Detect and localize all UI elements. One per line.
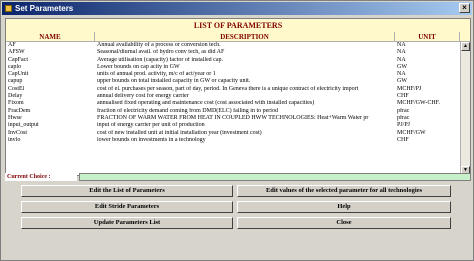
cell-name <box>8 159 94 166</box>
cell-description: input of energy carrier per unit of prod… <box>97 122 205 129</box>
table-row[interactable]: capup upper bounds on total installed cap… <box>6 78 460 85</box>
cell-unit: MCHF/PJ <box>397 85 422 92</box>
cell-description: Lower bounds on cap acity in GW <box>97 63 180 70</box>
help-button[interactable]: Help <box>237 201 451 213</box>
list-title: LIST OF PARAMETERS <box>6 19 470 33</box>
cell-unit: pfrac <box>397 107 410 114</box>
update-list-button[interactable]: Update Parameters List <box>21 217 233 229</box>
current-choice-label: Current Choice : <box>5 173 77 181</box>
column-header-unit[interactable]: UNIT <box>395 32 460 42</box>
cell-name: AFSW <box>8 49 25 56</box>
table-row[interactable] <box>6 159 460 166</box>
scroll-up-icon[interactable]: ▲ <box>461 42 470 51</box>
cell-description: Average utilisation (capacity) factor of… <box>97 56 223 63</box>
cell-unit: GW <box>397 63 407 70</box>
parameters-list-panel: LIST OF PARAMETERS NAME DESCRIPTION UNIT… <box>5 18 471 176</box>
cell-name: Fixom <box>8 100 24 107</box>
cell-name: FracDem <box>8 107 31 114</box>
column-header-description[interactable]: DESCRIPTION <box>95 32 395 42</box>
cell-description: annual delivery cost for energy carrier <box>97 93 189 100</box>
parameters-list[interactable]: AF Annual availability of a process or co… <box>6 42 460 175</box>
cell-description: units of annual prod. activity, m/c of a… <box>97 71 216 78</box>
cell-unit: PJ/PJ <box>397 122 411 129</box>
cell-name <box>8 151 94 158</box>
title-bar: Set Parameters × <box>2 2 472 15</box>
cell-unit: NA <box>397 71 406 78</box>
cell-name: CapUnit <box>8 71 29 78</box>
cell-description: upper bounds on total installed capacity… <box>97 78 251 85</box>
cell-description: annualised fixed operating and maintenan… <box>97 100 315 107</box>
close-icon[interactable]: × <box>459 3 470 13</box>
cell-description <box>97 151 393 158</box>
cell-description: lower bounds on investments in a technol… <box>97 136 206 143</box>
edit-stride-button[interactable]: Edit Stride Parameters <box>21 201 233 213</box>
table-row[interactable]: AFSW Seasonal/diurnal avail. of hydro con… <box>6 49 460 56</box>
table-row[interactable]: invlo lower bounds on investments in a te… <box>6 137 460 144</box>
edit-list-button[interactable]: Edit the List of Parameters <box>21 185 233 197</box>
current-choice-row: Current Choice : <box>5 173 471 181</box>
cell-description <box>97 159 393 166</box>
cell-unit: CHF <box>397 136 409 143</box>
cell-name: Hwse <box>8 114 22 121</box>
table-row[interactable]: Hwse FRACTION OF WARM WATER FROM HEAT IN … <box>6 115 460 122</box>
cell-unit: MCHF/GW-CHF. <box>397 100 441 107</box>
cell-name: Delay <box>8 93 23 100</box>
cell-name: invlo <box>8 136 21 143</box>
header-spacer <box>460 32 470 42</box>
cell-description: cost of new installed unit at initial in… <box>97 129 262 136</box>
cell-unit: pfrac <box>397 114 410 121</box>
window-title: Set Parameters <box>15 4 74 13</box>
set-parameters-window: Set Parameters × LIST OF PARAMETERS NAME… <box>0 0 474 261</box>
close-button[interactable]: Close <box>237 217 451 229</box>
cell-description: Seasonal/diurnal avail. of hydro conv te… <box>97 49 225 56</box>
cell-unit: CHF <box>397 93 409 100</box>
cell-name: input_output <box>8 122 39 129</box>
table-row[interactable]: CostEl cost of el. purchases per season, … <box>6 86 460 93</box>
cell-name: caplo <box>8 63 21 70</box>
vertical-scrollbar[interactable]: ▲ ▼ <box>460 42 470 175</box>
table-row[interactable]: CapFact Average utilisation (capacity) fa… <box>6 57 460 64</box>
table-row[interactable]: Fixom annualised fixed operating and main… <box>6 100 460 107</box>
cell-name <box>8 144 94 151</box>
table-row[interactable]: input_output input of energy carrier per … <box>6 122 460 129</box>
current-choice-field[interactable] <box>79 173 471 181</box>
table-row[interactable]: Delay annual delivery cost for energy car… <box>6 93 460 100</box>
app-icon <box>5 5 12 12</box>
cell-unit: GW <box>397 78 407 85</box>
cell-unit <box>397 144 457 151</box>
table-row[interactable] <box>6 151 460 158</box>
cell-description <box>97 144 393 151</box>
cell-description: fraction of electricity demand coming fr… <box>97 107 278 114</box>
table-row[interactable]: AF Annual availability of a process or co… <box>6 42 460 49</box>
column-header-name[interactable]: NAME <box>6 32 95 42</box>
edit-values-button[interactable]: Edit values of the selected parameter fo… <box>237 185 451 197</box>
table-row[interactable]: FracDem fraction of electricity demand co… <box>6 108 460 115</box>
cell-unit <box>397 159 457 166</box>
cell-unit: MCHF/GW <box>397 129 426 136</box>
cell-name: AF <box>8 42 16 48</box>
cell-description: FRACTION OF WARM WATER FROM HEAT IN COUP… <box>97 114 369 121</box>
cell-description: Annual availability of a process or conv… <box>97 42 221 48</box>
cell-description: cost of el. purchases per season, part o… <box>97 85 359 92</box>
table-row[interactable] <box>6 144 460 151</box>
cell-unit: NA <box>397 42 406 48</box>
cell-name: CapFact <box>8 56 28 63</box>
cell-name: capup <box>8 78 23 85</box>
table-row[interactable]: CapUnit units of annual prod. activity, m… <box>6 71 460 78</box>
cell-unit <box>397 151 457 158</box>
table-row[interactable]: caplo Lower bounds on cap acity in GW GW <box>6 64 460 71</box>
cell-unit: NA <box>397 56 406 63</box>
table-row[interactable]: InvCost cost of new installed unit at ini… <box>6 130 460 137</box>
cell-name: CostEl <box>8 85 25 92</box>
cell-name: InvCost <box>8 129 28 136</box>
cell-unit: NA <box>397 49 406 56</box>
